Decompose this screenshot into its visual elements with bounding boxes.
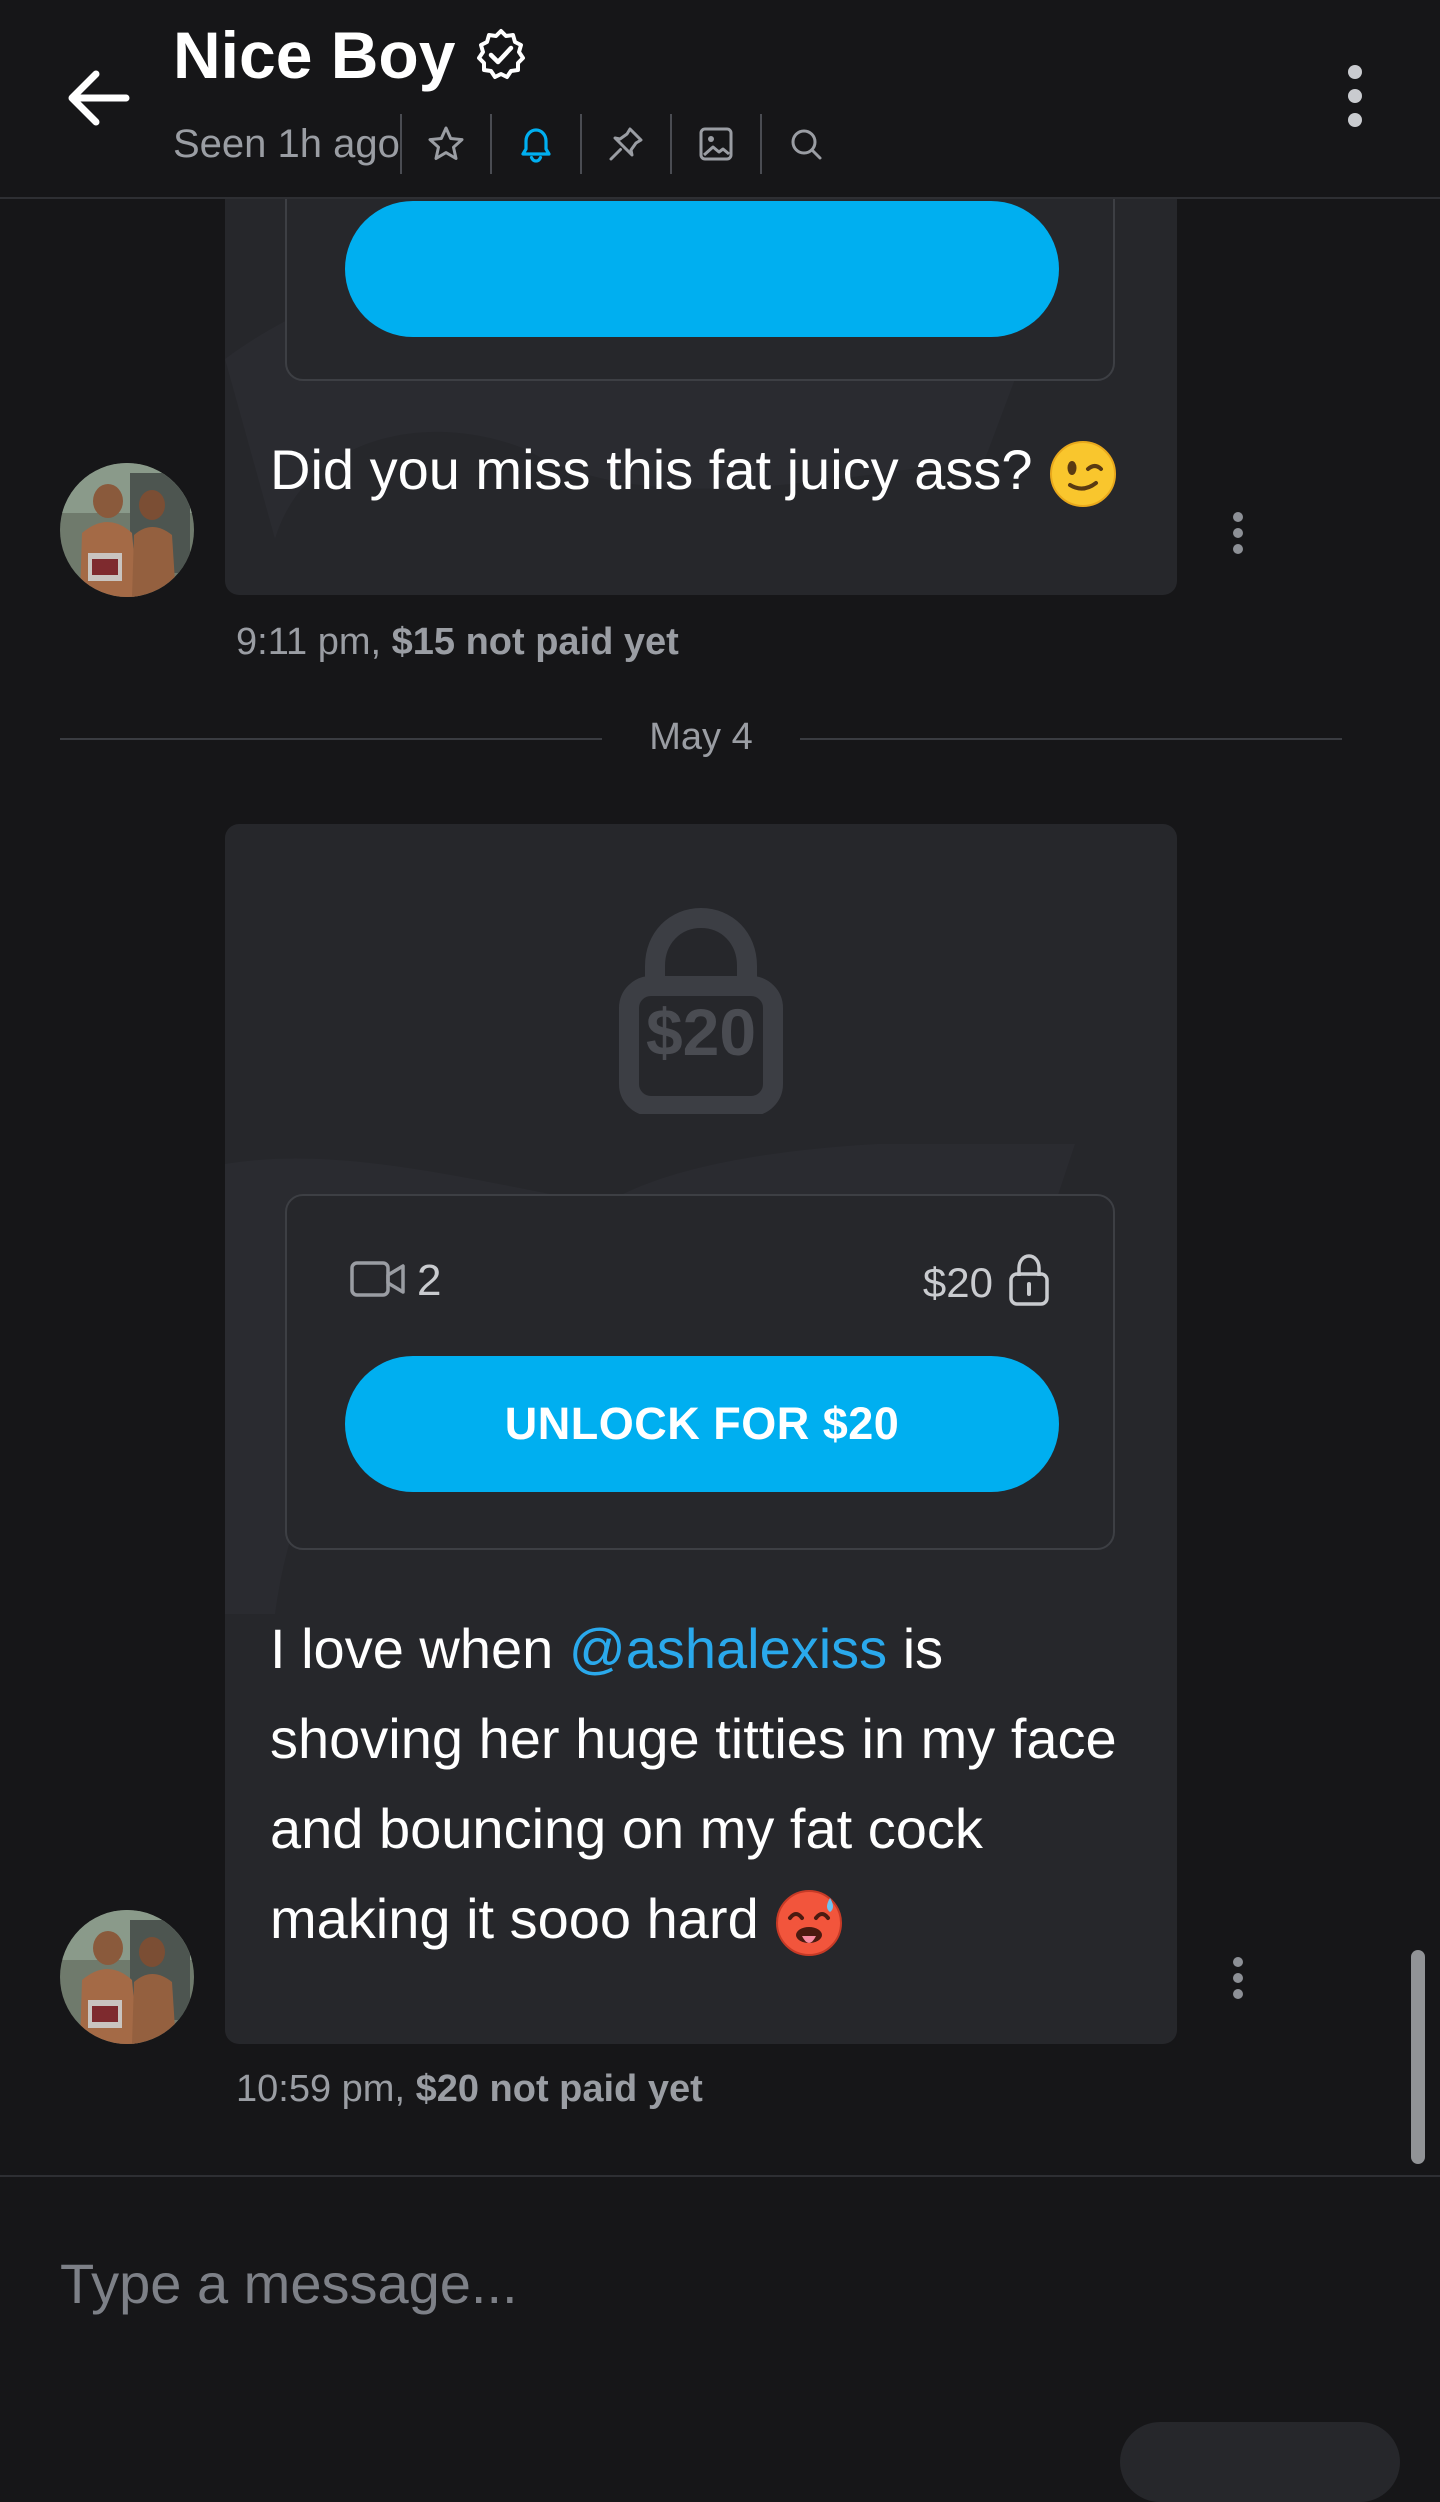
payment-status: $20 not paid yet [415,2068,703,2110]
bell-icon[interactable] [489,114,580,174]
padlock-icon [1007,1252,1051,1313]
message-time: 9:11 pm, [236,621,382,663]
unlock-button[interactable]: UNLOCK FOR $20 [345,1356,1059,1492]
chat-title[interactable]: Nice Boy [173,14,455,96]
video-camera-icon [349,1257,407,1306]
search-icon[interactable] [759,114,850,174]
message-text: I love when @ashalexiss is shoving her h… [270,1604,1130,1964]
lock-price-label: $20 [645,995,757,1069]
message-bubble: $20 2 $20 UNLOCK FOR $20 I love when @as… [225,824,1177,2044]
pin-icon[interactable] [579,114,670,174]
video-count: 2 [349,1256,441,1306]
date-separator: May 4 [60,708,1342,768]
hot-face-emoji [774,1888,844,1958]
mention-link[interactable]: @ashalexiss [569,1617,887,1680]
chat-header: Nice Boy Seen 1h ago [0,0,1440,199]
back-arrow-icon[interactable] [62,58,142,138]
chat-subheader: Seen 1h ago [173,114,850,174]
avatar[interactable] [60,1910,194,2044]
message-text: Did you miss this fat juicy ass? [270,425,1130,515]
media-price: $20 [923,1252,1051,1313]
chat-title-row[interactable]: Nice Boy [173,14,529,96]
last-seen-status: Seen 1h ago [173,121,400,166]
scrollbar[interactable] [1411,1950,1425,2164]
more-vertical-icon[interactable] [1330,58,1380,138]
message-options-icon[interactable] [1228,510,1248,556]
star-icon[interactable] [399,114,490,174]
message-input[interactable]: Type a message... [60,2251,518,2316]
winking-face-emoji [1048,439,1118,509]
media-preview-card [285,199,1115,381]
send-button[interactable] [1120,2422,1400,2502]
message-meta: 9:11 pm, $15 not paid yet [236,621,679,664]
message-time: 10:59 pm, [236,2068,405,2110]
lock-icon-large: $20 [615,894,787,1116]
message-meta: 10:59 pm, $20 not paid yet [236,2068,703,2111]
image-icon[interactable] [669,114,760,174]
media-preview-card: 2 $20 UNLOCK FOR $20 [285,1194,1115,1550]
date-label: May 4 [649,716,753,758]
unlock-button-partial[interactable] [345,201,1059,337]
message-list[interactable]: Did you miss this fat juicy ass? 9:11 pm… [0,199,1440,2175]
verified-badge-icon [473,27,529,83]
message-options-icon[interactable] [1228,1955,1248,2001]
payment-status: $15 not paid yet [391,621,679,663]
message-bubble: Did you miss this fat juicy ass? [225,199,1177,595]
avatar[interactable] [60,463,194,597]
message-composer: Type a message... [0,2175,1440,2502]
